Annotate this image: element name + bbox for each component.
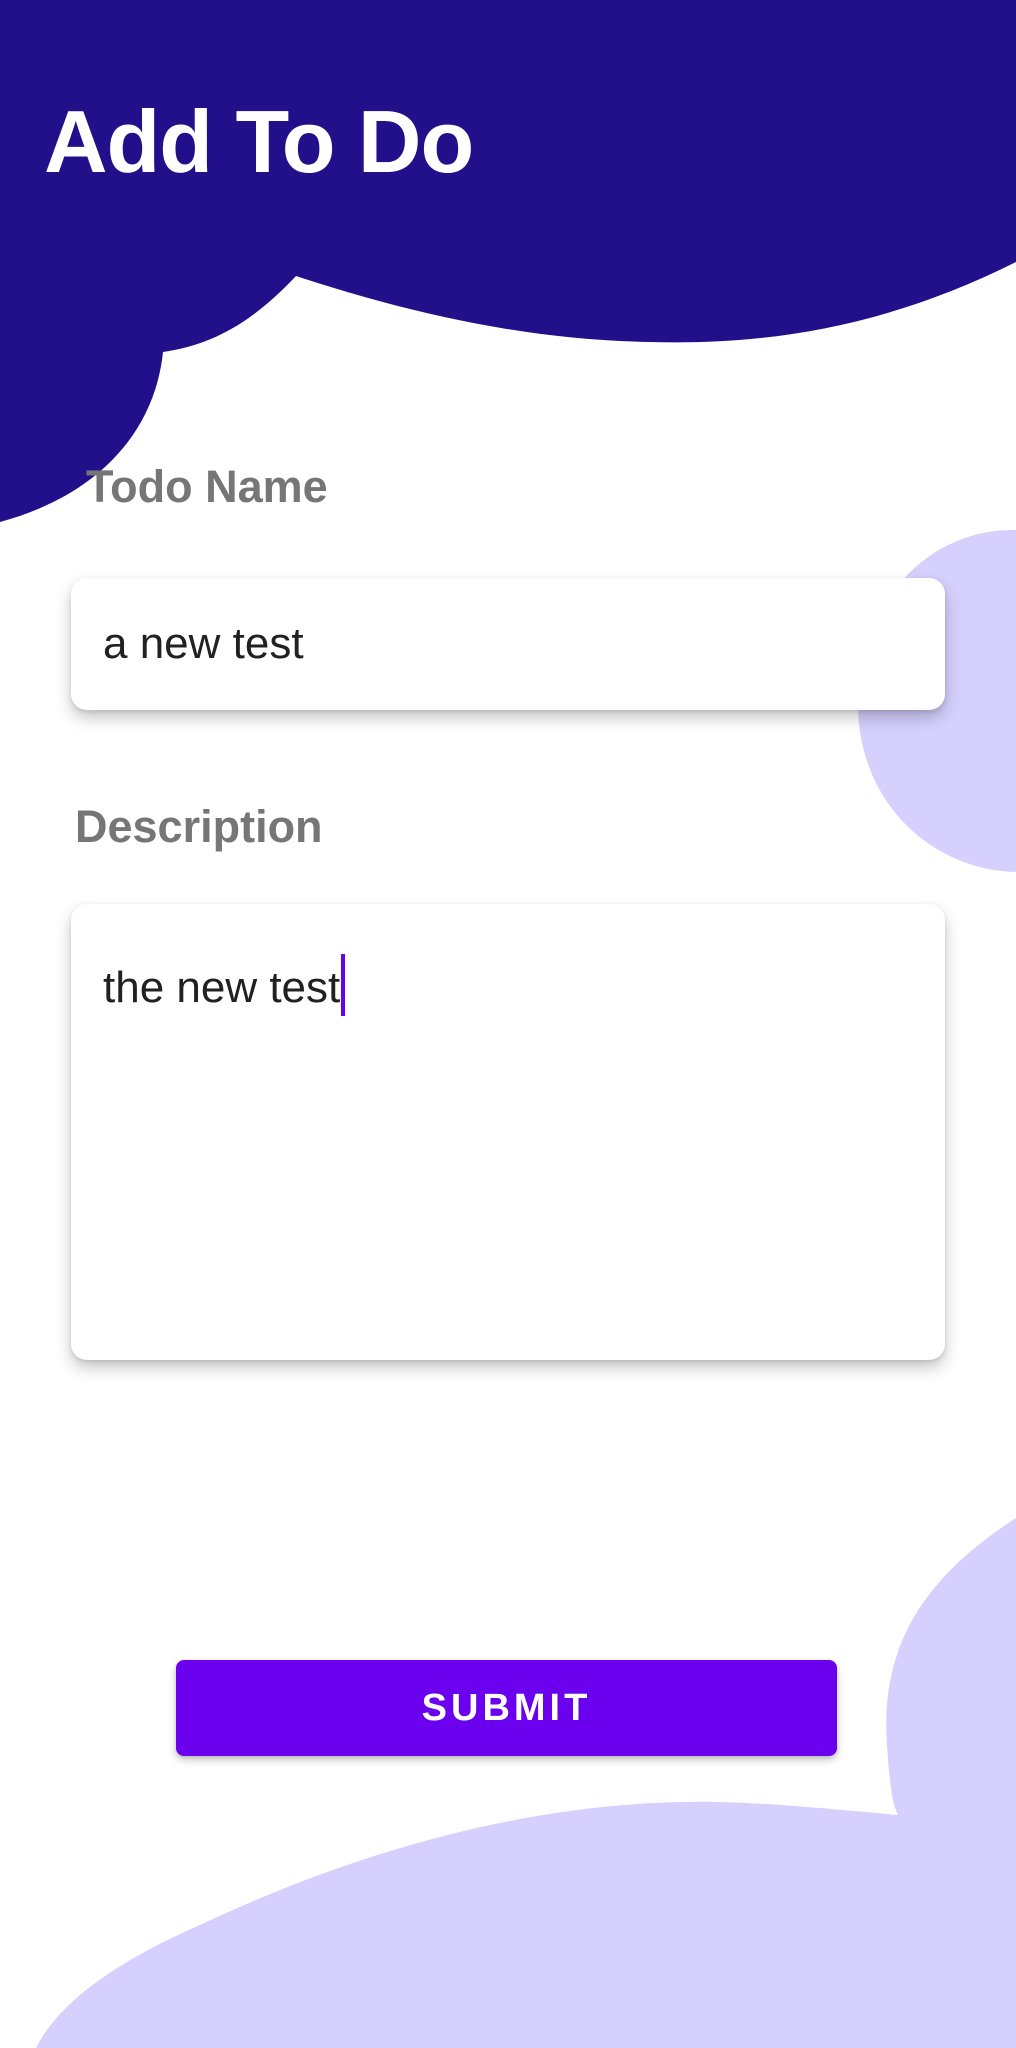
description-field[interactable]: the new test: [71, 904, 945, 1360]
header-blob: [0, 0, 1016, 522]
description-value: the new test: [103, 963, 341, 1012]
bottom-blob: [36, 1518, 1016, 2048]
todo-name-value: a new test: [103, 619, 304, 668]
description-label: Description: [75, 801, 323, 852]
text-cursor: [341, 954, 346, 1016]
todo-name-field[interactable]: a new test: [71, 578, 945, 710]
page-title: Add To Do: [44, 92, 474, 191]
add-todo-screen: Add To Do Todo Name a new test Descripti…: [0, 0, 1016, 2048]
submit-button[interactable]: SUBMIT: [176, 1660, 837, 1756]
todo-name-label: Todo Name: [86, 461, 328, 512]
description-line: the new test: [103, 954, 346, 1016]
